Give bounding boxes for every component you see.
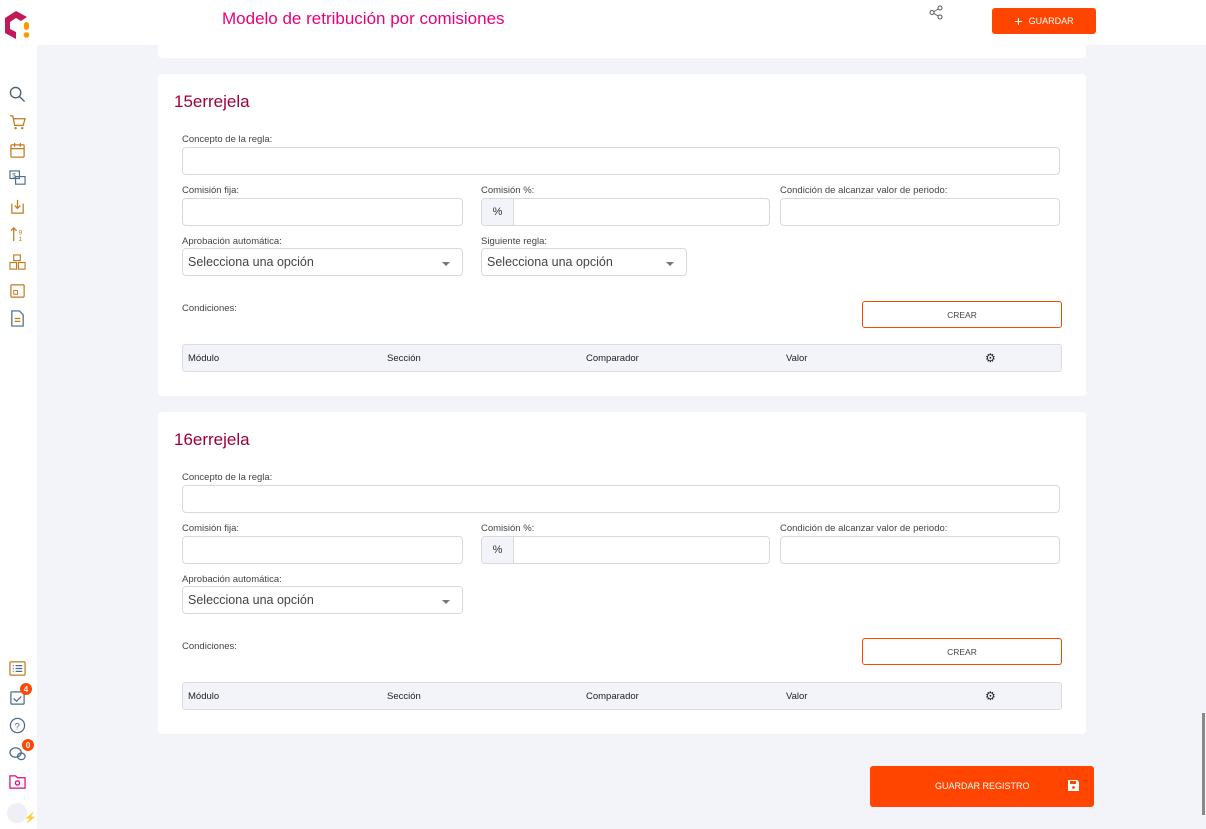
col-modulo: Módulo — [188, 691, 220, 702]
settings-folder-icon[interactable] — [8, 772, 26, 790]
help-icon[interactable]: ? — [8, 716, 26, 734]
guardar-label: GUARDAR — [1028, 16, 1074, 26]
guardar-registro-button[interactable]: GUARDAR REGISTRO — [870, 766, 1094, 807]
rule-card: 15errejela Concepto de la regla: Comisió… — [158, 74, 1086, 396]
share-icon[interactable] — [929, 5, 944, 20]
list-icon[interactable] — [8, 659, 26, 677]
guardar-registro-label: GUARDAR REGISTRO — [935, 781, 1030, 791]
condicion-periodo-label: Condición de alcanzar valor de periodo: — [780, 523, 948, 534]
chevron-down-icon — [442, 600, 450, 604]
aprobacion-label: Aprobación automática: — [182, 236, 282, 247]
comision-porc-input[interactable]: % — [481, 536, 770, 564]
calendar-event-icon[interactable] — [8, 281, 26, 299]
cart-icon[interactable] — [8, 113, 26, 131]
comision-porc-input[interactable]: % — [481, 198, 770, 226]
chat-badge: 0 — [22, 739, 34, 751]
gear-icon[interactable]: ⚙ — [985, 689, 996, 703]
chevron-down-icon — [442, 262, 450, 266]
app-logo[interactable] — [4, 10, 32, 40]
concepto-label: Concepto de la regla: — [182, 472, 273, 483]
boxes-icon[interactable] — [8, 253, 26, 271]
aprobacion-select[interactable]: Selecciona una opción — [182, 248, 463, 276]
download-icon[interactable] — [8, 197, 26, 215]
crear-button[interactable]: CREAR — [862, 638, 1062, 665]
guardar-button[interactable]: + GUARDAR — [992, 8, 1096, 34]
svg-text:?: ? — [14, 721, 19, 732]
condicion-periodo-label: Condición de alcanzar valor de periodo: — [780, 185, 948, 196]
comision-fija-label: Comisión fija: — [182, 185, 240, 196]
rule-card: 16errejela Concepto de la regla: Comisió… — [158, 412, 1086, 734]
siguiente-value: Selecciona una opción — [487, 255, 613, 269]
comision-fija-input[interactable] — [182, 198, 463, 226]
concepto-input[interactable] — [182, 485, 1060, 513]
gear-icon[interactable]: ⚙ — [985, 351, 996, 365]
scrollbar[interactable] — [1202, 713, 1205, 815]
percent-addon: % — [482, 199, 514, 225]
aprobacion-value: Selecciona una opción — [188, 255, 314, 269]
percent-addon: % — [482, 537, 514, 563]
sidebar: $ 91 4 ? 0 ⚡ — [0, 0, 37, 829]
siguiente-select[interactable]: Selecciona una opción — [481, 248, 687, 276]
tasks-badge: 4 — [20, 683, 32, 695]
previous-card — [158, 40, 1086, 58]
calendar-icon[interactable] — [8, 141, 26, 159]
rule-title: 16errejela — [174, 430, 250, 449]
condiciones-label: Condiciones: — [182, 641, 237, 652]
col-valor: Valor — [786, 691, 808, 702]
condiciones-label: Condiciones: — [182, 303, 237, 314]
siguiente-label: Siguiente regla: — [481, 236, 548, 247]
plus-icon: + — [1014, 13, 1023, 29]
concepto-label: Concepto de la regla: — [182, 134, 273, 145]
col-seccion: Sección — [387, 691, 421, 702]
aprobacion-select[interactable]: Selecciona una opción — [182, 586, 463, 614]
col-modulo: Módulo — [188, 353, 220, 364]
aprobacion-value: Selecciona una opción — [188, 593, 314, 607]
condicion-periodo-input[interactable] — [780, 536, 1060, 564]
col-valor: Valor — [786, 353, 808, 364]
concepto-input[interactable] — [182, 147, 1060, 175]
chevron-down-icon — [666, 262, 674, 266]
comision-porc-label: Comisión %: — [481, 185, 535, 196]
search-icon[interactable] — [8, 85, 26, 103]
status-bolt-icon: ⚡ — [24, 813, 37, 824]
comision-porc-label: Comisión %: — [481, 523, 535, 534]
condicion-periodo-input[interactable] — [780, 198, 1060, 226]
aprobacion-label: Aprobación automática: — [182, 574, 282, 585]
comision-fija-input[interactable] — [182, 536, 463, 564]
crear-button[interactable]: CREAR — [862, 301, 1062, 328]
page-title: Modelo de retribución por comisiones — [222, 9, 505, 28]
col-comparador: Comparador — [586, 353, 639, 364]
conditions-table-header: Módulo Sección Comparador Valor ⚙ — [182, 682, 1062, 710]
col-seccion: Sección — [387, 353, 421, 364]
conditions-table-header: Módulo Sección Comparador Valor ⚙ — [182, 344, 1062, 372]
col-comparador: Comparador — [586, 691, 639, 702]
money-chat-icon[interactable]: $ — [8, 169, 26, 187]
comision-fija-label: Comisión fija: — [182, 523, 240, 534]
floppy-disk-icon — [1068, 780, 1079, 791]
svg-text:1: 1 — [18, 236, 22, 243]
sort-icon[interactable]: 91 — [8, 225, 26, 243]
document-icon[interactable] — [8, 309, 26, 327]
rule-title: 15errejela — [174, 92, 250, 111]
